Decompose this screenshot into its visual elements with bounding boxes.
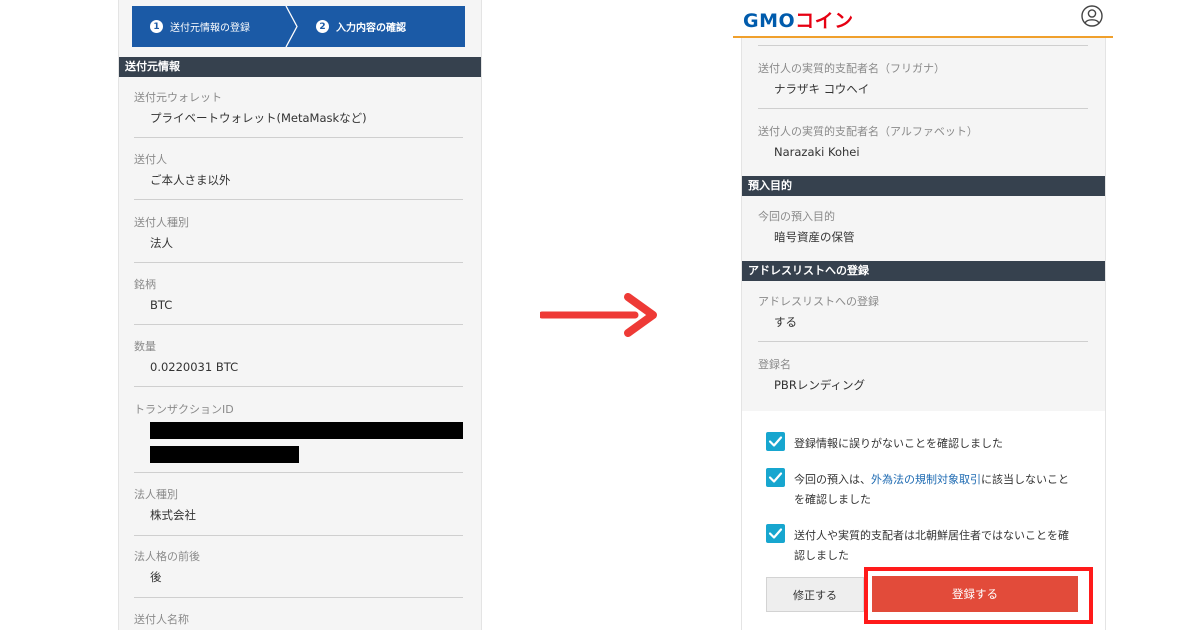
check-label: 今回の預入は、外為法の規制対象取引に該当しないことを確認しました [794, 470, 1076, 510]
field-value: PBRレンディング [774, 378, 866, 392]
field-value: BTC [150, 298, 173, 312]
foreign-exchange-law-link[interactable]: 外為法の規制対象取引 [871, 473, 981, 486]
divider [134, 262, 463, 263]
field-sender: 送付人 ご本人さま以外 [134, 153, 463, 187]
step-2: 2 入力内容の確認 [316, 6, 406, 47]
field-value: 0.0220031 BTC [150, 360, 239, 374]
app-header: GMOコイン [733, 0, 1113, 38]
field-label: 銘柄 [134, 278, 156, 291]
confirmation-screen-left: 1 送付元情報の登録 2 入力内容の確認 送付元情報 送付元ウォレット プライベ… [118, 0, 482, 630]
register-button[interactable]: 登録する [872, 576, 1078, 612]
field-value: 後 [150, 570, 162, 584]
step-1: 1 送付元情報の登録 [150, 6, 250, 47]
divider [758, 45, 1088, 46]
field-label: 送付人名称 [134, 613, 189, 626]
divider [758, 341, 1088, 342]
step-2-number: 2 [316, 20, 329, 33]
field-label: トランザクションID [134, 403, 234, 416]
divider [134, 472, 463, 473]
edit-button[interactable]: 修正する [766, 577, 864, 612]
field-sender-wallet: 送付元ウォレット プライベートウォレット(MetaMaskなど) [134, 91, 463, 125]
field-label: 送付人の実質的支配者名（フリガナ） [758, 62, 945, 75]
field-value: Narazaki Kohei [774, 145, 860, 159]
redaction-bar [150, 446, 299, 463]
field-value: 法人 [150, 236, 173, 250]
field-label: 登録名 [758, 358, 791, 371]
checkbox-checked[interactable] [766, 468, 785, 487]
checkbox-checked[interactable] [766, 524, 785, 543]
section-header-sender-info: 送付元情報 [119, 57, 481, 77]
gmo-coin-logo[interactable]: GMOコイン [743, 6, 854, 33]
divider [134, 597, 463, 598]
field-label: 数量 [134, 340, 156, 353]
field-beneficial-owner-kana: 送付人の実質的支配者名（フリガナ） ナラザキ コウヘイ [758, 62, 1088, 96]
divider [134, 386, 463, 387]
field-value: 暗号資産の保管 [774, 230, 855, 244]
field-value: する [774, 315, 797, 329]
field-value: プライベートウォレット(MetaMaskなど) [150, 111, 367, 125]
field-value: ご本人さま以外 [150, 173, 231, 187]
confirmation-screen-right: GMOコイン 送付人の実質的支配者名（フリガナ） ナラザキ コウヘイ 送付人の実… [733, 0, 1113, 630]
section-header-purpose: 預入目的 [742, 176, 1105, 196]
field-deposit-purpose: 今回の預入目的 暗号資産の保管 [758, 210, 1088, 244]
field-value: 株式会社 [150, 508, 196, 522]
progress-stepper: 1 送付元情報の登録 2 入力内容の確認 [132, 6, 465, 47]
field-label: 送付人の実質的支配者名（アルファベット） [758, 125, 978, 138]
field-sender-type: 送付人種別 法人 [134, 216, 463, 250]
field-value: ナラザキ コウヘイ [774, 82, 870, 96]
field-label: 送付人 [134, 153, 167, 166]
field-registration-name: 登録名 PBRレンディング [758, 358, 1088, 392]
field-address-list-registration: アドレスリストへの登録 する [758, 295, 1088, 329]
field-label: 法人種別 [134, 488, 178, 501]
divider [134, 137, 463, 138]
field-label: 送付元ウォレット [134, 91, 222, 104]
check-label: 送付人や実質的支配者は北朝鮮居住者ではないことを確認しました [794, 529, 1069, 562]
check-text-before: 今回の預入は、 [794, 473, 871, 486]
field-sender-name: 送付人名称 [134, 613, 463, 627]
logo-gmo-text: GMO [743, 10, 796, 32]
field-label: アドレスリストへの登録 [758, 295, 879, 308]
redaction-bar [150, 422, 463, 439]
step-2-label: 入力内容の確認 [336, 23, 406, 34]
field-label: 送付人種別 [134, 216, 189, 229]
checkbox-checked[interactable] [766, 432, 785, 451]
divider [758, 108, 1088, 109]
field-currency: 銘柄 BTC [134, 278, 463, 312]
field-label: 今回の預入目的 [758, 210, 835, 223]
chevron-right-icon [285, 6, 298, 47]
field-corporation-type: 法人種別 株式会社 [134, 488, 463, 522]
checkmark-icon [768, 436, 783, 447]
field-amount: 数量 0.0220031 BTC [134, 340, 463, 374]
user-account-icon[interactable] [1081, 5, 1103, 27]
logo-coin-text: コイン [795, 10, 854, 32]
arrow-right-icon [540, 293, 657, 337]
field-label: 法人格の前後 [134, 550, 200, 563]
checkmark-icon [768, 528, 783, 539]
checkmark-icon [768, 472, 783, 483]
field-corporation-position: 法人格の前後 後 [134, 550, 463, 584]
divider [134, 535, 463, 536]
divider [134, 199, 463, 200]
field-beneficial-owner-alphabet: 送付人の実質的支配者名（アルファベット） Narazaki Kohei [758, 125, 1088, 159]
confirmation-content: 送付人の実質的支配者名（フリガナ） ナラザキ コウヘイ 送付人の実質的支配者名（… [741, 38, 1106, 630]
section-header-address-list: アドレスリストへの登録 [742, 261, 1105, 281]
step-1-number: 1 [150, 20, 163, 33]
field-transaction-id: トランザクションID [134, 403, 463, 417]
step-1-label: 送付元情報の登録 [170, 23, 250, 34]
check-label: 登録情報に誤りがないことを確認しました [794, 437, 1003, 450]
divider [134, 324, 463, 325]
